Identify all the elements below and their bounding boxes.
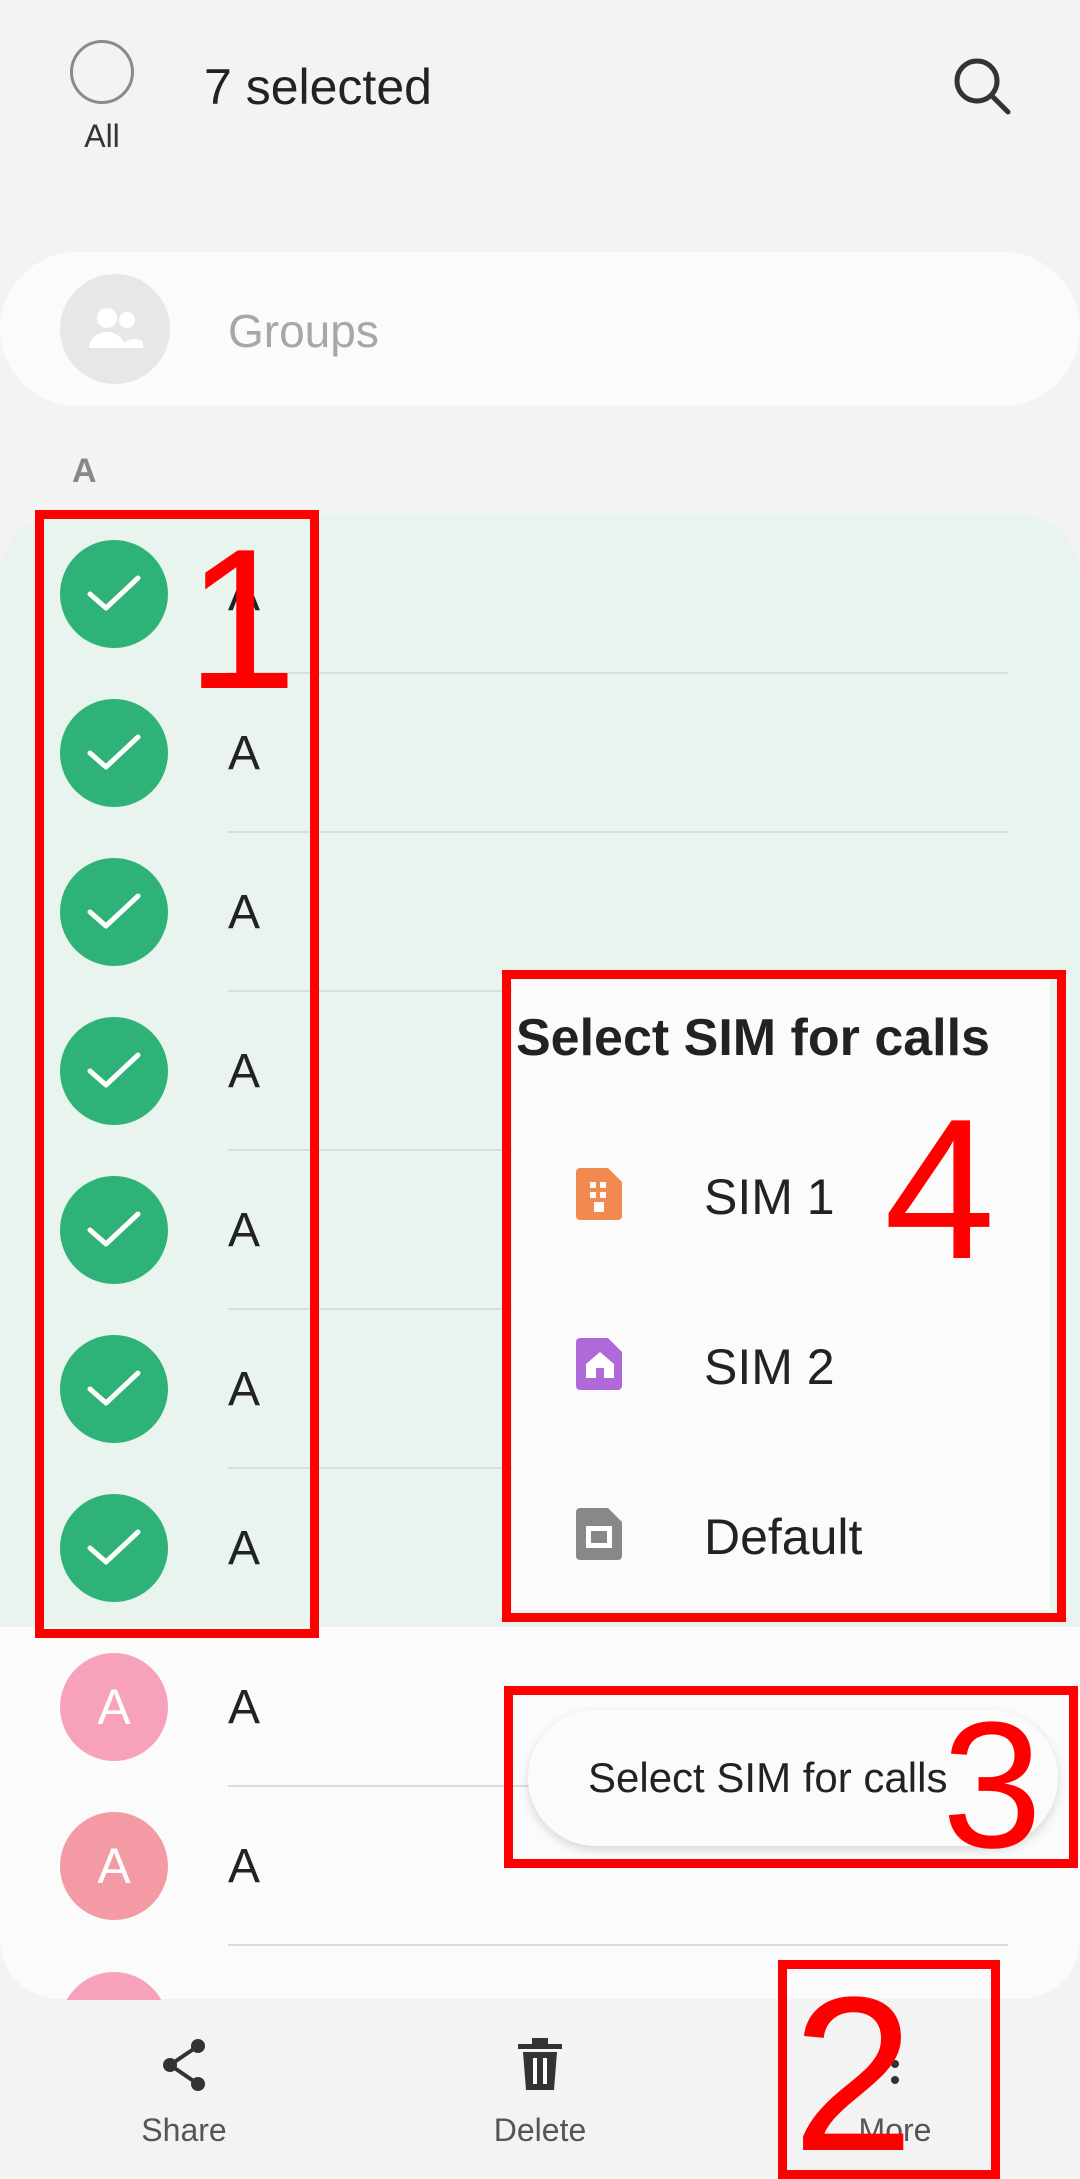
select-all-checkbox[interactable] [70,40,134,104]
annotation-number-2: 2 [792,1951,915,2179]
contact-name: A [228,1681,261,1734]
trash-icon [518,2038,562,2090]
annotation-number-3: 3 [942,1685,1043,1886]
annotation-number-1: 1 [186,508,298,731]
groups-icon [60,274,170,384]
contacts-select-screen: All 7 selected Groups A A A A A A A A A … [0,0,1080,2179]
groups-label: Groups [228,305,379,357]
share-icon [163,2039,205,2091]
contact-avatar[interactable]: A [60,1812,168,1920]
search-icon [954,58,1011,115]
partial-contact-avatar [60,1972,168,2000]
contact-name: A [228,1840,261,1893]
groups-item[interactable]: Groups [0,252,1080,406]
select-all-label: All [84,118,120,154]
delete-button[interactable]: Delete [440,2030,640,2150]
share-button[interactable]: Share [84,2030,284,2150]
share-label: Share [141,2112,227,2148]
row-divider [228,1944,1008,1946]
delete-label: Delete [493,2112,587,2148]
annotation-number-4: 4 [884,1078,996,1301]
selected-count: 7 selected [204,59,432,115]
section-header: A [72,452,97,490]
search-button[interactable] [948,52,1018,122]
contact-avatar[interactable]: A [60,1653,168,1761]
